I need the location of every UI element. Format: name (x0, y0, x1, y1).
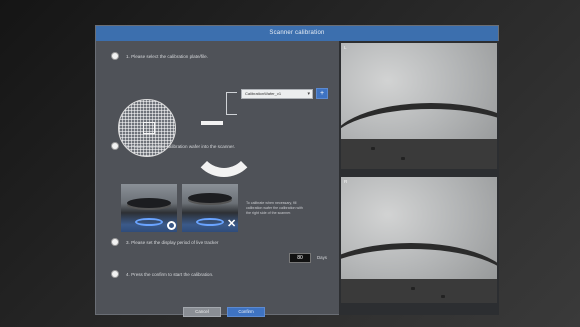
plate-label-strip (201, 121, 223, 125)
step-2: 2. Please insert the calibration wafer i… (112, 143, 235, 149)
circle-ok-icon (167, 221, 176, 230)
step-4-radio[interactable] (112, 271, 118, 277)
left-camera-view: L (341, 43, 497, 169)
screw-marker (371, 147, 375, 150)
step-2-radio[interactable] (112, 143, 118, 149)
x-mark-icon: ✕ (227, 218, 237, 230)
step-2-label: 2. Please insert the calibration wafer i… (126, 143, 236, 149)
screw-marker (411, 287, 415, 290)
cancel-button[interactable]: Cancel (183, 307, 221, 317)
insertion-note: To calibrate when necessary, fill calibr… (246, 201, 303, 215)
right-camera-view: R (341, 177, 497, 303)
left-camera-label: L (344, 45, 347, 50)
step-1-label: 1. Please select the calibration plate/f… (126, 53, 208, 59)
calibration-dialog: Scanner calibration 1. Please select the… (95, 25, 499, 317)
step-4: 4. Press the confirm to start the calibr… (112, 271, 213, 277)
scanner-base (341, 279, 497, 303)
display-period-input[interactable]: 80 (289, 253, 311, 263)
wafer-center-mark (143, 122, 155, 134)
calibration-file-value: CalibrationWafer_v1 (245, 91, 282, 96)
connector-line (226, 92, 237, 115)
add-calibration-button[interactable]: + (316, 88, 328, 99)
step-3: 3. Please set the display period of live… (112, 239, 218, 245)
step-1: 1. Please select the calibration plate/f… (112, 53, 208, 59)
confirm-button[interactable]: Confirm (227, 307, 265, 317)
step-3-label: 3. Please set the display period of live… (126, 239, 219, 245)
step-3-radio[interactable] (112, 239, 118, 245)
camera-preview-panel: L R (339, 41, 499, 315)
correct-insertion-photo (121, 184, 177, 232)
display-period-unit: Days (317, 255, 328, 260)
screw-marker (401, 157, 405, 160)
dialog-title: Scanner calibration (96, 26, 498, 41)
wafer-disc (188, 193, 232, 203)
scanner-base (341, 139, 497, 169)
incorrect-insertion-photo: ✕ (182, 184, 238, 232)
wafer-disc (127, 198, 171, 208)
screw-marker (441, 295, 445, 298)
step-1-radio[interactable] (112, 53, 118, 59)
right-camera-label: R (344, 179, 348, 184)
instructions-panel: 1. Please select the calibration plate/f… (96, 41, 339, 317)
scanner-ring (135, 218, 163, 226)
chevron-down-icon: ▾ (307, 91, 310, 97)
scanner-ring (196, 218, 224, 226)
step-4-label: 4. Press the confirm to start the calibr… (126, 271, 214, 277)
calibration-file-select[interactable]: CalibrationWafer_v1 ▾ (241, 89, 313, 99)
